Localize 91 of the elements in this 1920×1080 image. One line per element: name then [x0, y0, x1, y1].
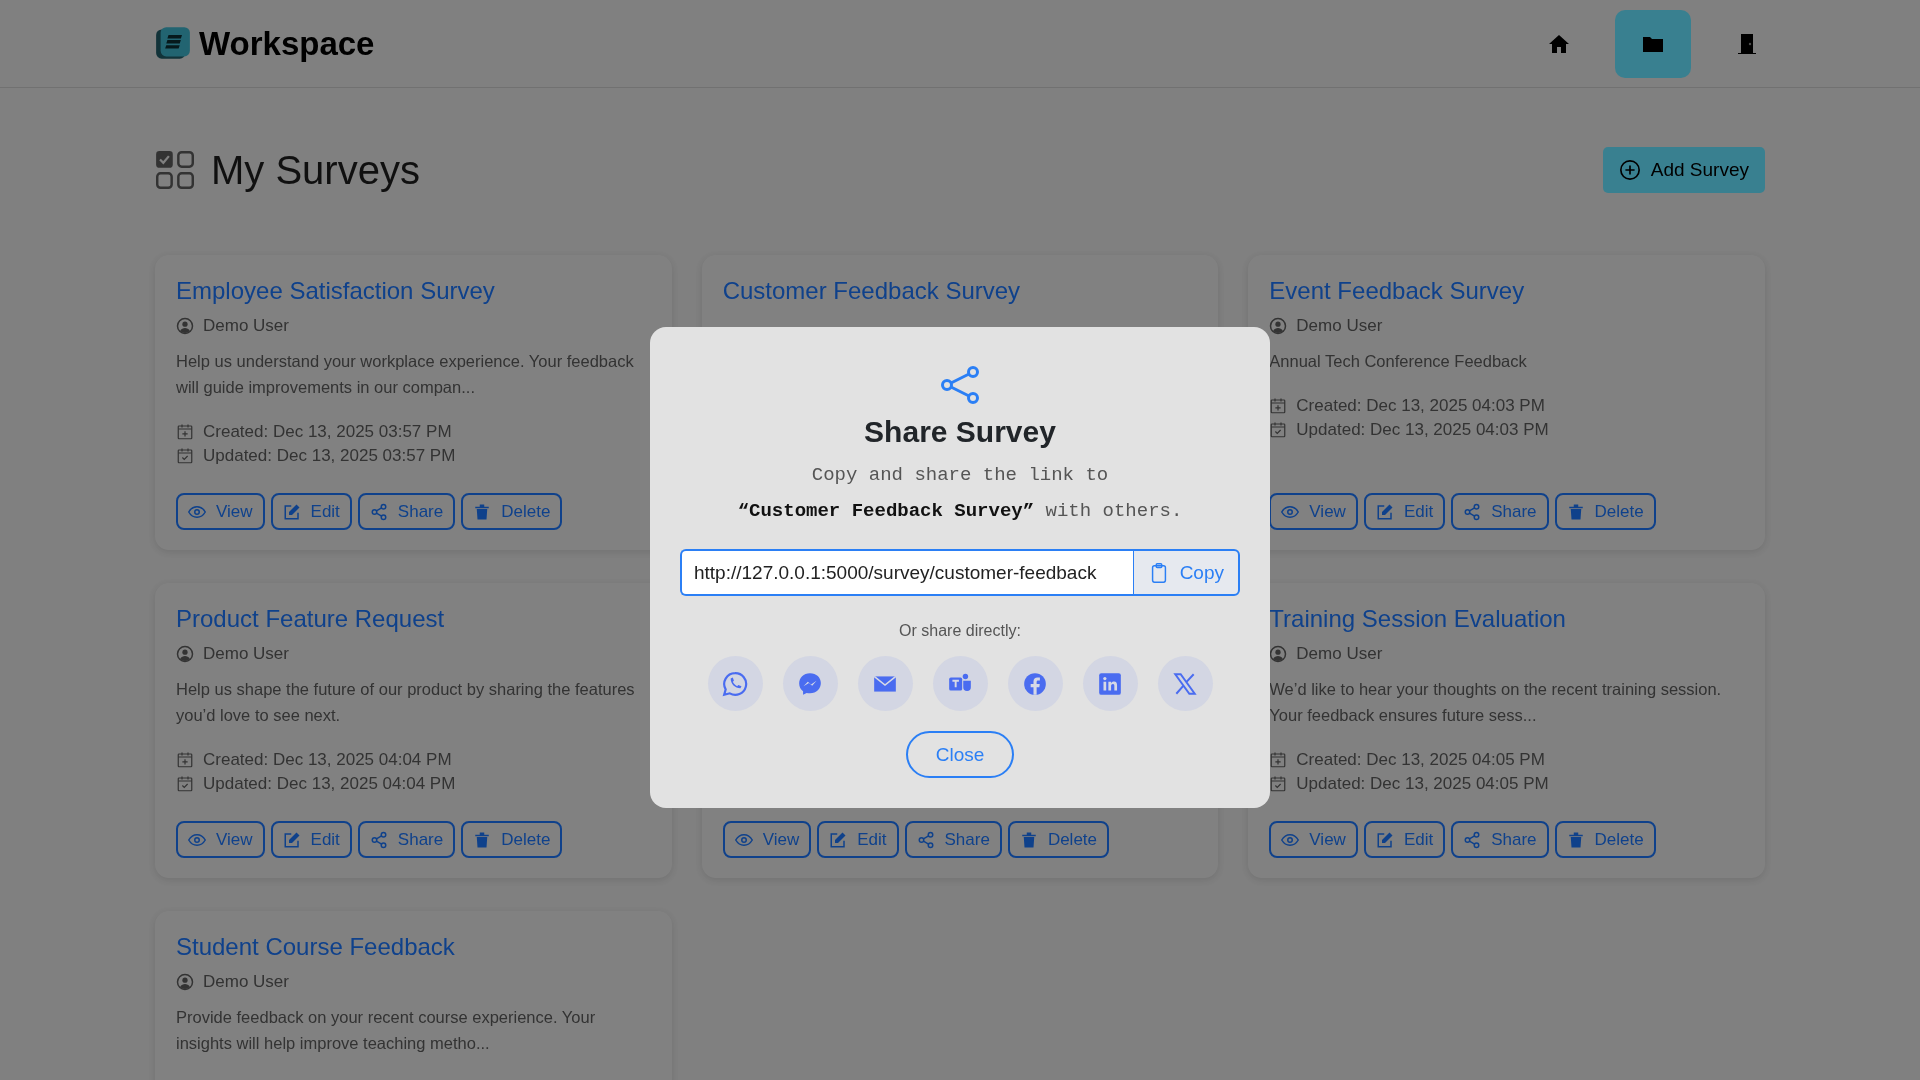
delete-button[interactable]: Delete	[1554, 493, 1656, 530]
edit-button[interactable]: Edit	[270, 821, 352, 858]
created-date: Created: Dec 13, 2025 03:57 PM	[203, 422, 452, 442]
share-button[interactable]: Share	[357, 821, 456, 858]
calendar-plus-icon	[1269, 397, 1288, 415]
survey-title[interactable]: Training Session Evaluation	[1269, 603, 1744, 635]
dialog-message: Copy and share the link to “Customer Feedback Survey” with others.	[737, 463, 1183, 524]
updated-date: Updated: Dec 13, 2025 03:57 PM	[203, 446, 456, 466]
delete-button[interactable]: Delete	[1007, 821, 1109, 858]
share-icon	[916, 830, 935, 849]
survey-description: Help us shape the future of our product by sharing the features you’d love to see next.	[176, 679, 636, 726]
trash-icon	[473, 830, 492, 849]
letter-f-circle-icon	[1022, 670, 1048, 697]
logo-icon	[155, 25, 191, 62]
page-title: My Surveys	[211, 147, 420, 193]
author-name: Demo User	[1296, 644, 1383, 664]
folder-nav-button[interactable]	[1615, 9, 1691, 78]
link-field[interactable]: http://127.0.0.1:5000/survey/customer-feedback	[680, 549, 1133, 596]
share-icon	[1463, 502, 1482, 521]
person-circle-icon	[176, 317, 194, 335]
edit-button[interactable]: Edit	[817, 821, 899, 858]
author-name: Demo User	[203, 644, 289, 664]
survey-description: Annual Tech Conference Feedback	[1269, 351, 1528, 372]
share-icon	[940, 365, 980, 405]
pencil-square-icon	[282, 502, 301, 521]
pencil-square-icon	[1375, 830, 1394, 849]
share-icon	[369, 830, 388, 849]
person-circle-icon	[1269, 317, 1288, 335]
created-date: Created: Dec 13, 2025 04:04 PM	[203, 750, 452, 770]
share-button[interactable]: Share	[1451, 821, 1549, 858]
updated-date: Updated: Dec 13, 2025 04:03 PM	[1296, 420, 1549, 440]
updated-date: Updated: Dec 13, 2025 04:05 PM	[1296, 774, 1549, 794]
share-button[interactable]: Share	[1451, 493, 1549, 530]
grid-check-icon	[155, 150, 195, 190]
letters-in-square-icon	[1097, 670, 1123, 697]
survey-description: Help us understand your workplace experience. Your feedback will guide improvements in our compan...	[176, 351, 635, 398]
edit-button[interactable]: Edit	[270, 493, 352, 530]
edit-button[interactable]: Edit	[1363, 821, 1446, 858]
calendar-plus-icon	[1269, 751, 1288, 769]
survey-title[interactable]: Event Feedback Survey	[1269, 275, 1744, 307]
pencil-square-icon	[829, 830, 848, 849]
share-button[interactable]: Share	[904, 821, 1002, 858]
close-button[interactable]: Close	[905, 731, 1015, 778]
phone-chat-icon	[722, 670, 748, 697]
author-name: Demo User	[203, 972, 289, 992]
edit-button[interactable]: Edit	[1363, 493, 1446, 530]
survey-description: We’d like to hear your thoughts on the recent training session. Your feedback ensures future sess...	[1269, 679, 1723, 726]
chat-bolt-icon	[797, 670, 823, 697]
delete-button[interactable]: Delete	[461, 493, 563, 530]
updated-date: Updated: Dec 13, 2025 04:04 PM	[203, 774, 456, 794]
pencil-square-icon	[1375, 502, 1394, 521]
trash-icon	[1566, 830, 1585, 849]
trash-icon	[1019, 830, 1038, 849]
survey-title[interactable]: Product Feature Request	[176, 603, 651, 635]
trash-icon	[1566, 502, 1585, 521]
calendar-check-icon	[176, 447, 194, 465]
view-button[interactable]: View	[1269, 821, 1358, 858]
share-hint: Or share directly:	[899, 622, 1021, 640]
delete-button[interactable]: Delete	[1554, 821, 1656, 858]
created-date: Created: Dec 13, 2025 04:03 PM	[1296, 396, 1545, 416]
share-button[interactable]: Share	[357, 493, 456, 530]
survey-title[interactable]: Customer Feedback Survey	[722, 275, 1198, 307]
calendar-plus-icon	[176, 751, 194, 769]
pencil-square-icon	[282, 830, 301, 849]
survey-description: Provide feedback on your recent course experience. Your insights will help improve teaching metho...	[176, 1007, 597, 1054]
delete-button[interactable]: Delete	[461, 821, 563, 858]
brand-name[interactable]: Workspace	[199, 24, 375, 63]
calendar-check-icon	[176, 775, 194, 793]
author-name: Demo User	[203, 316, 289, 336]
view-button[interactable]: View	[176, 493, 265, 530]
view-button[interactable]: View	[176, 821, 265, 858]
plus-circle-icon	[1618, 159, 1641, 181]
dialog-title: Share Survey	[864, 415, 1056, 449]
calendar-check-icon	[1269, 775, 1288, 793]
person-circle-icon	[1269, 645, 1288, 663]
calendar-check-icon	[1269, 421, 1288, 439]
person-circle-icon	[176, 645, 194, 663]
survey-title[interactable]: Student Course Feedback	[176, 931, 651, 963]
add-survey-button[interactable]: Add Survey	[1602, 147, 1765, 193]
copy-button[interactable]: Copy	[1132, 549, 1240, 596]
letter-x-icon	[1172, 670, 1198, 697]
share-icon	[369, 502, 388, 521]
share-icon	[1463, 830, 1482, 849]
person-circle-icon	[176, 973, 194, 991]
calendar-plus-icon	[176, 423, 194, 441]
door-icon	[1735, 31, 1759, 56]
view-button[interactable]: View	[722, 821, 812, 858]
created-date: Created: Dec 13, 2025 04:05 PM	[1296, 750, 1545, 770]
author-name: Demo User	[1296, 316, 1383, 336]
trash-icon	[473, 502, 492, 521]
survey-title[interactable]: Employee Satisfaction Survey	[176, 275, 651, 307]
